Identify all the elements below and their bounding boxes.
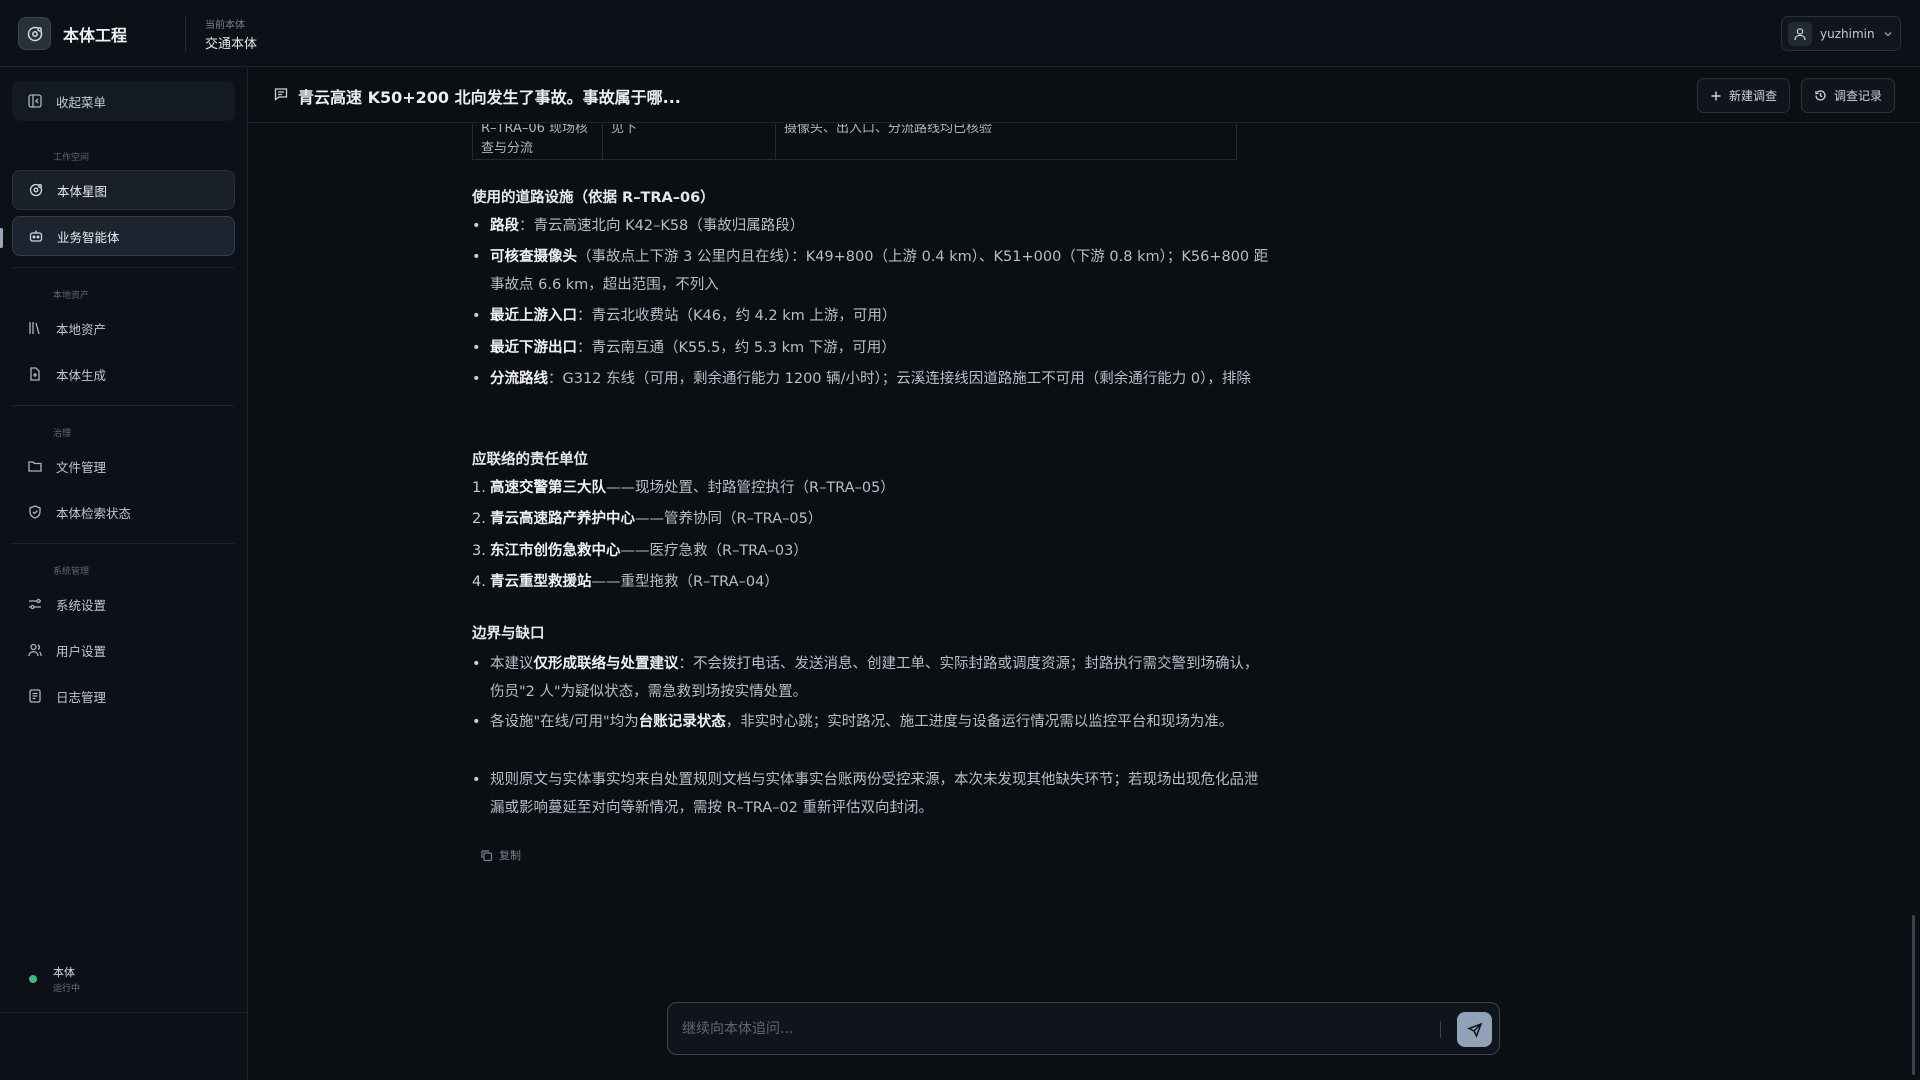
copy-icon — [480, 849, 493, 862]
sidebar-item-label: 本地资产 — [56, 321, 107, 337]
list-item: • 路段：青云高速北向 K42–K58（事故归属路段） — [472, 218, 805, 234]
list-item: 3. 东江市创伤急救中心——医疗急救（R–TRA–03） — [472, 543, 808, 559]
new-investigation-label: 新建调查 — [1729, 89, 1778, 103]
user-menu[interactable]: yuzhimin — [1781, 16, 1901, 51]
sidebar-collapse-icon — [26, 92, 44, 110]
list-item: 1. 高速交警第三大队——现场处置、封路管控执行（R–TRA–05） — [472, 480, 895, 496]
app-root: 本体工程 当前本体 交通本体 yuzhimin 收起菜单 工作空间 本体星图 业… — [0, 0, 1920, 1080]
table-cell-text: 摄像头、出入口、分流路线均已核验 — [784, 124, 993, 136]
section-governance: 治理 — [53, 429, 72, 439]
header-divider — [185, 15, 186, 52]
section-heading-boundary: 边界与缺口 — [472, 626, 545, 642]
section-heading-units: 应联络的责任单位 — [472, 452, 588, 468]
sidebar-item-label: 用户设置 — [56, 643, 107, 659]
list-item: • 本建议仅形成联络与处置建议：不会拨打电话、发送消息、创建工单、实际封路或调度资… — [472, 656, 1259, 700]
constellation-icon — [27, 181, 45, 199]
list-item: • 规则原文与实体事实均来自处置规则文档与实体事实台账两份受控来源，本次未发现其他… — [472, 772, 1259, 816]
list-item: • 各设施"在线/可用"均为台账记录状态，非实时心跳；实时路况、施工进度与设备运行… — [472, 714, 1234, 730]
collapse-menu-button[interactable]: 收起菜单 — [12, 81, 235, 121]
sidebar-item-ontology-generation[interactable]: 本体生成 — [12, 354, 235, 394]
sidebar-item-user-settings[interactable]: 用户设置 — [12, 630, 235, 670]
sidebar-separator — [12, 543, 235, 544]
chat-input-box — [667, 1002, 1500, 1055]
collapse-menu-label: 收起菜单 — [56, 94, 107, 110]
user-name: yuzhimin — [1820, 26, 1875, 41]
sidebar-item-log-management[interactable]: 日志管理 — [12, 676, 235, 716]
folder-icon — [26, 457, 44, 475]
active-indicator — [0, 228, 3, 248]
ontology-logo-icon — [27, 26, 42, 41]
sidebar-footer-divider — [0, 1012, 247, 1013]
list-item: • 可核查摄像头（事故点上下游 3 公里内且在线）：K49+800（上游 0.4 … — [472, 249, 1269, 293]
history-icon — [1814, 89, 1827, 102]
sliders-icon — [26, 595, 44, 613]
send-icon — [1466, 1022, 1482, 1038]
status-dot — [29, 975, 37, 983]
footer-status-text: 运行中 — [53, 984, 81, 994]
app-logo[interactable] — [18, 17, 51, 50]
list-item: 4. 青云重型救援站——重型拖救（R–TRA–04） — [472, 574, 779, 590]
log-icon — [26, 687, 44, 705]
table-fragment: R–TRA–06 现场核 查与分流 见下 摄像头、出入口、分流路线均已核验 — [472, 124, 1237, 160]
scrollbar-thumb[interactable] — [1912, 915, 1915, 1075]
sidebar-item-label: 文件管理 — [56, 459, 107, 475]
list-item: • 分流路线：G312 东线（可用，剩余通行能力 1200 辆/小时）；云溪连接线… — [472, 371, 1251, 387]
sidebar-item-label: 日志管理 — [56, 689, 107, 705]
current-ontology-value[interactable]: 交通本体 — [205, 33, 257, 52]
table-cell-line: R–TRA–06 现场核 — [481, 124, 589, 136]
sidebar-item-label: 业务智能体 — [57, 229, 120, 245]
sidebar-item-label: 本体星图 — [57, 183, 108, 199]
app-title: 本体工程 — [63, 26, 128, 45]
sidebar-item-local-assets[interactable]: 本地资产 — [12, 308, 235, 348]
conversation-title: 青云高速 K50+200 北向发生了事故。事故属于哪... — [298, 88, 681, 107]
table-cell: 摄像头、出入口、分流路线均已核验 — [776, 124, 1238, 160]
message-content: R–TRA–06 现场核 查与分流 见下 摄像头、出入口、分流路线均已核验 使用… — [248, 124, 1920, 1080]
sidebar-item-label: 系统设置 — [56, 597, 107, 613]
user-icon — [1794, 27, 1806, 40]
chat-input[interactable] — [682, 1017, 1422, 1041]
plus-icon — [1710, 90, 1722, 102]
sidebar-separator — [12, 405, 235, 406]
new-investigation-button[interactable]: 新建调查 — [1697, 78, 1791, 113]
copy-button[interactable]: 复制 — [480, 847, 521, 863]
footer-ontology-name: 本体 — [53, 966, 75, 979]
sidebar-item-retrieval-status[interactable]: 本体检索状态 — [12, 492, 235, 532]
list-item: • 最近上游入口：青云北收费站（K46，约 4.2 km 上游，可用） — [472, 308, 897, 324]
sidebar: 收起菜单 工作空间 本体星图 业务智能体 本地资产 本地资产 本体生成 治理 文… — [0, 67, 248, 1080]
section-workspace: 工作空间 — [53, 153, 90, 163]
copy-label: 复制 — [499, 849, 521, 862]
table-cell: 见下 — [603, 124, 776, 160]
investigation-history-button[interactable]: 调查记录 — [1801, 78, 1896, 113]
sidebar-item-label: 本体生成 — [56, 367, 107, 383]
table-cell-text: 见下 — [611, 124, 638, 136]
robot-icon — [27, 227, 45, 245]
top-bar: 本体工程 当前本体 交通本体 yuzhimin — [0, 0, 1920, 67]
sidebar-item-system-settings[interactable]: 系统设置 — [12, 584, 235, 624]
section-local-assets: 本地资产 — [53, 291, 90, 301]
sidebar-item-file-management[interactable]: 文件管理 — [12, 446, 235, 486]
list-item: 2. 青云高速路产养护中心——管养协同（R–TRA–05） — [472, 511, 823, 527]
users-icon — [26, 641, 44, 659]
sidebar-separator — [12, 267, 235, 268]
sidebar-item-business-agent[interactable]: 业务智能体 — [12, 216, 235, 256]
send-button[interactable] — [1457, 1012, 1492, 1047]
investigation-history-label: 调查记录 — [1834, 89, 1883, 103]
section-heading-facilities: 使用的道路设施（依据 R–TRA–06） — [472, 190, 715, 206]
input-separator — [1440, 1021, 1441, 1038]
chat-bubble-icon — [274, 88, 288, 101]
table-cell: R–TRA–06 现场核 查与分流 — [473, 124, 603, 160]
chevron-down-icon — [1884, 31, 1892, 36]
file-plus-icon — [26, 365, 44, 383]
current-ontology-label: 当前本体 — [205, 20, 245, 31]
sidebar-item-ontology-graph[interactable]: 本体星图 — [12, 170, 235, 210]
library-icon — [26, 319, 44, 337]
list-item: • 最近下游出口：青云南互通（K55.5，约 5.3 km 下游，可用） — [472, 340, 896, 356]
table-cell-line: 查与分流 — [481, 141, 534, 156]
shield-check-icon — [26, 503, 44, 521]
conversation-header: 青云高速 K50+200 北向发生了事故。事故属于哪... 新建调查 调查记录 — [248, 67, 1920, 123]
sidebar-item-label: 本体检索状态 — [56, 505, 132, 521]
user-avatar — [1788, 21, 1812, 46]
section-system: 系统管理 — [53, 567, 90, 577]
